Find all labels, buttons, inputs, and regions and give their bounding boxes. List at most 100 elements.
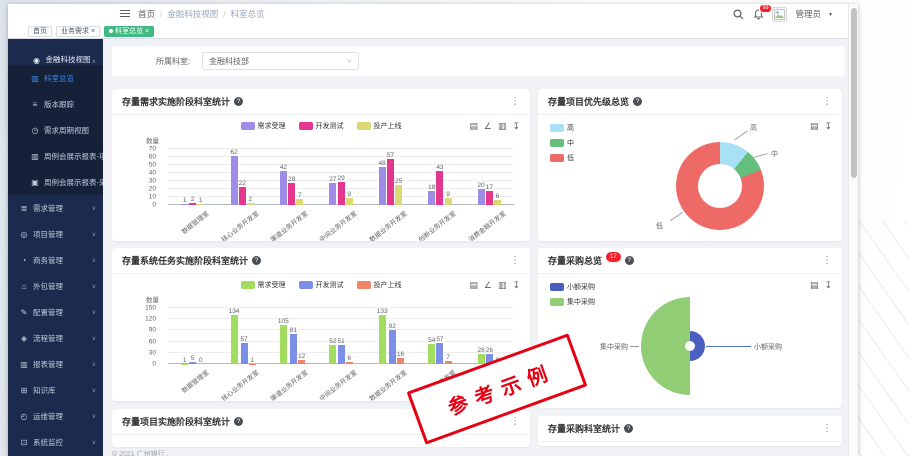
- data-view-icon[interactable]: ▤: [810, 280, 819, 290]
- kebab-menu-icon[interactable]: ⋮: [822, 96, 832, 107]
- bar: [280, 325, 287, 364]
- sidebar-item-11[interactable]: ◈流程管理∨: [8, 325, 103, 351]
- sidebar-item-9[interactable]: ⌂外包管理∨: [8, 273, 103, 299]
- tab-1[interactable]: 业务需求×: [56, 26, 100, 37]
- bar-wrapper: 52: [329, 308, 336, 364]
- chart-area: 小额采购集中采购 ▤ ↧ 集中采购 小额采购: [538, 274, 842, 408]
- notification-bell-icon[interactable]: 99: [752, 8, 764, 20]
- chevron-down-icon: ∨: [347, 57, 352, 65]
- data-view-icon[interactable]: ▤: [469, 280, 478, 290]
- hamburger-menu-icon[interactable]: [120, 10, 130, 18]
- download-icon[interactable]: ↧: [512, 280, 520, 290]
- legend-item[interactable]: 投产上线: [357, 280, 402, 290]
- help-icon[interactable]: ?: [633, 97, 642, 106]
- copyright-footer: © 2021 广州银行 .: [112, 449, 169, 456]
- bar: [486, 191, 493, 205]
- legend-swatch: [357, 281, 371, 289]
- bar-wrapper: 51: [337, 308, 344, 364]
- sidebar-item-label: 配置管理: [33, 307, 63, 318]
- sidebar-item-15[interactable]: ⊡系统监控∨: [8, 429, 103, 455]
- legend-item[interactable]: 投产上线: [357, 121, 402, 131]
- bar-value-label: 1: [183, 357, 187, 364]
- scrollbar-thumb[interactable]: [851, 8, 857, 178]
- card-title: 存量系统任务实施阶段科室统计: [122, 254, 248, 267]
- bar-value-label: 18: [428, 184, 435, 191]
- avatar[interactable]: [772, 7, 787, 22]
- sidebar-item-label: 金融科技视图: [46, 54, 91, 65]
- legend-item[interactable]: 小额采购: [550, 282, 595, 292]
- data-view-icon[interactable]: ▤: [469, 121, 478, 131]
- data-view-icon[interactable]: ▤: [810, 121, 819, 131]
- breadcrumb-item[interactable]: 金融科技视图: [167, 8, 218, 20]
- tab-0[interactable]: 首页: [28, 26, 52, 37]
- legend-item[interactable]: 需求受理: [241, 121, 286, 131]
- bar-group: 1058112渠道业务开发室: [267, 308, 316, 364]
- sidebar-item-13[interactable]: ⊞知识库∨: [8, 377, 103, 403]
- bar-group: 20176消费金融开发室: [465, 149, 514, 205]
- bar: [445, 361, 452, 364]
- active-tab-dot-icon: [109, 29, 113, 33]
- download-icon[interactable]: ↧: [824, 121, 832, 131]
- sidebar-item-label: 科室总览: [44, 73, 74, 84]
- bar-wrapper: 9: [445, 149, 452, 205]
- user-caret-down-icon[interactable]: ▾: [829, 11, 832, 18]
- bar-value-label: 5: [191, 355, 195, 362]
- y-tick-label: 20: [149, 186, 156, 193]
- legend-item[interactable]: 开发测试: [299, 280, 344, 290]
- kebab-menu-icon[interactable]: ⋮: [510, 96, 520, 107]
- legend-item[interactable]: 开发测试: [299, 121, 344, 131]
- sidebar-item-6[interactable]: ≣需求管理∨: [8, 195, 103, 221]
- bar-value-label: 2: [249, 196, 253, 203]
- legend-label: 小额采购: [567, 282, 595, 292]
- user-name[interactable]: 管理员: [795, 8, 821, 20]
- download-icon[interactable]: ↧: [824, 280, 832, 290]
- sidebar-item-8[interactable]: ◔商务管理∨: [8, 247, 103, 273]
- x-axis-label: 中间业务开发室: [317, 208, 359, 241]
- bar-wrapper: 105: [278, 308, 289, 364]
- sidebar-item-12[interactable]: ▥报表管理∨: [8, 351, 103, 377]
- kebab-menu-icon[interactable]: ⋮: [510, 416, 520, 427]
- x-axis-label: 数据业务开发室: [367, 208, 409, 241]
- sidebar-item-1[interactable]: ▥科室总览: [8, 65, 103, 91]
- sidebar-item-10[interactable]: ✎配置管理∨: [8, 299, 103, 325]
- sidebar-item-2[interactable]: ≡版本跟踪: [8, 91, 103, 117]
- sidebar-item-3[interactable]: ◷需求周期视图: [8, 117, 103, 143]
- bar-chart-toggle-icon[interactable]: ▥: [498, 121, 507, 131]
- department-select[interactable]: 金融科技部 ∨: [202, 52, 359, 70]
- bar-wrapper: 2: [247, 149, 254, 205]
- download-icon[interactable]: ↧: [512, 121, 520, 131]
- sidebar-item-0[interactable]: ◉金融科技视图∧: [8, 39, 103, 65]
- bar-wrapper: 1: [181, 308, 188, 364]
- bar: [329, 183, 336, 205]
- close-icon[interactable]: ×: [145, 28, 149, 35]
- sidebar-item-4[interactable]: ▥周例会展示报表-项目: [8, 143, 103, 169]
- help-icon[interactable]: ?: [234, 97, 243, 106]
- legend-item[interactable]: 需求受理: [241, 280, 286, 290]
- help-icon[interactable]: ?: [625, 256, 634, 265]
- breadcrumb-item[interactable]: 首页: [138, 8, 155, 20]
- kebab-menu-icon[interactable]: ⋮: [510, 255, 520, 266]
- tab-2[interactable]: 科室总览×: [104, 26, 154, 37]
- help-icon[interactable]: ?: [624, 424, 633, 433]
- y-tick-label: 60: [149, 338, 156, 345]
- line-chart-toggle-icon[interactable]: ∠: [484, 121, 492, 131]
- sidebar-item-5[interactable]: ▣周例会展示报表-采购: [8, 169, 103, 195]
- process-mgmt-icon: ◈: [19, 334, 29, 343]
- help-icon[interactable]: ?: [252, 256, 261, 265]
- legend-item[interactable]: 高: [550, 123, 574, 133]
- legend-item[interactable]: 集中采购: [550, 297, 595, 307]
- kebab-menu-icon[interactable]: ⋮: [822, 423, 832, 434]
- sidebar-item-label: 需求管理: [33, 203, 63, 214]
- sidebar-item-7[interactable]: ◎项目管理∨: [8, 221, 103, 247]
- search-icon[interactable]: [732, 8, 744, 20]
- legend-item[interactable]: 中: [550, 138, 574, 148]
- tags-view-bar: 首页业务需求× 科室总览×: [8, 24, 848, 39]
- line-chart-toggle-icon[interactable]: ∠: [484, 280, 492, 290]
- kebab-menu-icon[interactable]: ⋮: [822, 255, 832, 266]
- legend-item[interactable]: 低: [550, 153, 574, 163]
- bar-chart-toggle-icon[interactable]: ▥: [498, 280, 507, 290]
- legend-label: 集中采购: [567, 297, 595, 307]
- close-icon[interactable]: ×: [91, 28, 95, 35]
- help-icon[interactable]: ?: [234, 417, 243, 426]
- sidebar-item-14[interactable]: ◴运维管理∨: [8, 403, 103, 429]
